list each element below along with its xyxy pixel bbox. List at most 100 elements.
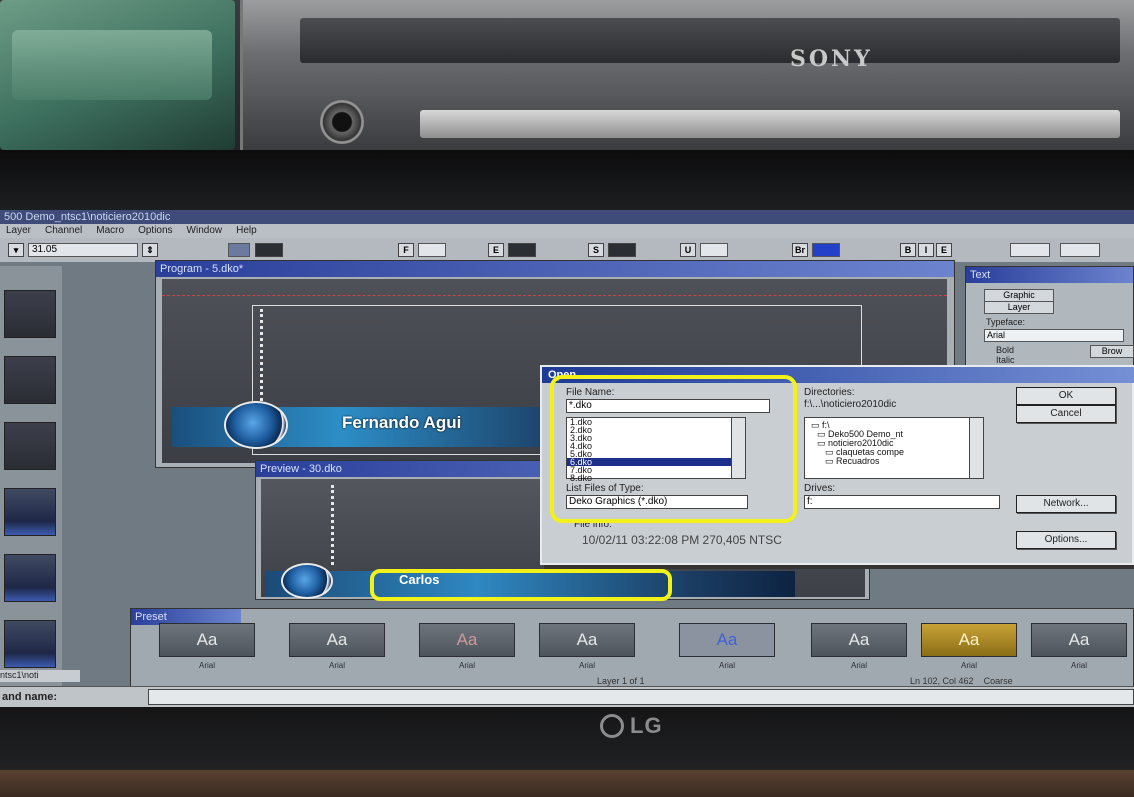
layer-thumbnail-pane — [0, 266, 62, 686]
face-color-swatch[interactable] — [418, 243, 446, 257]
thumbnail[interactable] — [4, 356, 56, 404]
italic-checkbox-label[interactable]: Italic — [996, 355, 1015, 365]
size-field[interactable]: 31.05 — [28, 243, 138, 257]
command-label: and name: — [2, 691, 58, 703]
lg-logo-icon — [600, 714, 624, 738]
dropdown-arrow-icon[interactable]: ▾ — [8, 243, 24, 257]
background-color-swatch[interactable] — [812, 243, 840, 257]
menu-options[interactable]: Options — [138, 224, 172, 238]
typeface-label: Typeface: — [986, 317, 1026, 327]
lower-third-name: Fernando Agui — [342, 413, 462, 432]
tab-layer[interactable]: Layer — [984, 301, 1054, 314]
preset-font-label: Arial — [458, 661, 475, 670]
directory-list-scrollbar[interactable] — [969, 418, 983, 478]
thumbnail[interactable] — [4, 488, 56, 536]
sony-logo: SONY — [790, 46, 873, 72]
tape-deck-slot — [300, 18, 1120, 63]
preset-item[interactable]: Aa — [419, 623, 515, 657]
ruler-ticks — [331, 485, 335, 565]
toolbar: ▾ 31.05 ⇕ F E S U Br B I E — [0, 238, 1134, 262]
menu-layer[interactable]: Layer — [6, 224, 31, 238]
preset-font-label: Arial — [328, 661, 345, 670]
folder-icon: ▭ — [825, 456, 837, 466]
green-device-panel — [0, 0, 235, 150]
status-left-path: ntsc1\noti — [0, 670, 80, 682]
globe-logo-icon — [281, 563, 333, 599]
deck-front-strip — [420, 110, 1120, 138]
green-device-button — [12, 30, 212, 100]
menu-bar: Layer Channel Macro Options Window Help — [0, 224, 1134, 238]
thumbnail[interactable] — [4, 554, 56, 602]
preset-font-label: Arial — [578, 661, 595, 670]
menu-channel[interactable]: Channel — [45, 224, 82, 238]
preset-item[interactable]: Aa — [289, 623, 385, 657]
desk-surface — [0, 770, 1134, 797]
browse-button[interactable]: Brow — [1090, 345, 1134, 358]
status-mode: Coarse — [983, 676, 1013, 686]
preset-item[interactable]: Aa — [811, 623, 907, 657]
spinner-icon[interactable]: ⇕ — [142, 243, 158, 257]
drives-label: Drives: — [804, 483, 836, 494]
preset-item[interactable]: Aa — [921, 623, 1017, 657]
preset-font-label: Arial — [718, 661, 735, 670]
preset-item[interactable]: Aa — [159, 623, 255, 657]
directory-item-label: Recuadros — [836, 456, 880, 466]
thumbnail[interactable] — [4, 290, 56, 338]
background-button[interactable]: Br — [792, 243, 808, 257]
menu-macro[interactable]: Macro — [96, 224, 124, 238]
app-title-bar: 500 Demo_ntsc1\noticiero2010dic — [0, 210, 1134, 224]
edit-button[interactable]: E — [936, 243, 952, 257]
status-layer: Layer 1 of 1 — [597, 676, 645, 686]
edge-color-swatch[interactable] — [508, 243, 536, 257]
lg-logo: LG — [600, 713, 663, 739]
thumbnail[interactable] — [4, 620, 56, 668]
bold-checkbox-label[interactable]: Bold — [996, 345, 1014, 355]
preset-font-label: Arial — [198, 661, 215, 670]
text-panel-title: Text — [966, 267, 1133, 283]
menu-help[interactable]: Help — [236, 224, 257, 238]
file-info-value: 10/02/11 03:22:08 PM 270,405 NTSC — [582, 533, 782, 547]
bold-button[interactable]: B — [900, 243, 916, 257]
shadow-button[interactable]: S — [588, 243, 604, 257]
directory-list[interactable]: ▭ f:\ ▭ Deko500 Demo_nt ▭ noticiero2010d… — [804, 417, 984, 479]
menu-window[interactable]: Window — [187, 224, 223, 238]
edge-button[interactable]: E — [488, 243, 504, 257]
deck-knob — [320, 100, 364, 144]
underline-button[interactable]: U — [680, 243, 696, 257]
extra-buttons[interactable] — [1060, 243, 1100, 257]
annotation-highlight-lower-third — [370, 569, 672, 601]
preset-item[interactable]: Aa — [1031, 623, 1127, 657]
ok-button[interactable]: OK — [1016, 387, 1116, 405]
options-button[interactable]: Options... — [1016, 531, 1116, 549]
monitor-bezel-top — [0, 150, 1134, 210]
color-swatch-button[interactable] — [228, 243, 250, 257]
network-button[interactable]: Network... — [1016, 495, 1116, 513]
command-input[interactable] — [148, 689, 1134, 705]
status-position: Ln 102, Col 462 Coarse — [910, 676, 1013, 686]
typeface-field[interactable]: Arial — [984, 329, 1124, 342]
thumbnail[interactable] — [4, 422, 56, 470]
preset-font-label: Arial — [850, 661, 867, 670]
lg-logo-text: LG — [630, 713, 663, 738]
preset-item[interactable]: Aa — [539, 623, 635, 657]
annotation-highlight-file-dialog — [550, 375, 797, 523]
directories-label: Directories: — [804, 387, 855, 398]
cancel-button[interactable]: Cancel — [1016, 405, 1116, 423]
preset-font-label: Arial — [960, 661, 977, 670]
shadow-color-swatch[interactable] — [608, 243, 636, 257]
preset-item[interactable]: Aa — [679, 623, 775, 657]
preset-font-label: Arial — [1070, 661, 1087, 670]
program-window-title: Program - 5.dko* — [156, 261, 954, 277]
safe-area-line — [162, 295, 947, 296]
directories-path: f:\...\noticiero2010dic — [804, 399, 897, 410]
italic-button[interactable]: I — [918, 243, 934, 257]
command-bar: and name: — [0, 686, 1134, 707]
face-button[interactable]: F — [398, 243, 414, 257]
status-line-col: Ln 102, Col 462 — [910, 676, 974, 686]
drives-select[interactable]: f: — [804, 495, 1000, 509]
globe-logo-icon — [224, 401, 288, 449]
color-swatch-dark[interactable] — [255, 243, 283, 257]
underline-color-swatch[interactable] — [700, 243, 728, 257]
align-buttons[interactable] — [1010, 243, 1050, 257]
directory-item[interactable]: ▭ Recuadros — [811, 457, 983, 466]
